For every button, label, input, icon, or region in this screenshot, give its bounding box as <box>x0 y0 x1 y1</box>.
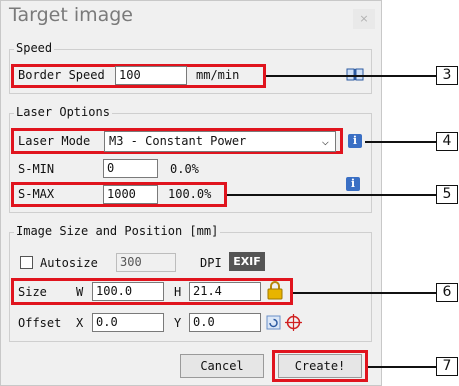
smax-label: S-MAX <box>18 187 55 201</box>
dpi-input[interactable]: 300 <box>116 253 176 272</box>
create-button[interactable]: Create! <box>278 354 362 378</box>
info-icon-smax[interactable]: i <box>346 177 360 191</box>
laser-options-legend: Laser Options <box>14 105 112 119</box>
border-speed-label: Border Speed <box>18 68 105 82</box>
speed-legend: Speed <box>14 41 55 55</box>
speed-unit-label: mm/min <box>196 68 240 82</box>
width-label: W <box>76 285 84 299</box>
callout-line-5 <box>227 194 436 196</box>
callout-5: 5 <box>436 185 458 204</box>
smin-percent: 0.0% <box>170 162 199 176</box>
smax-input[interactable]: 1000 <box>103 185 158 204</box>
dpi-label: DPI <box>200 256 222 270</box>
laser-mode-select[interactable]: M3 - Constant Power ⌵ <box>104 131 336 152</box>
reset-icon[interactable] <box>266 315 281 330</box>
offset-y-label: Y <box>174 316 182 330</box>
smax-percent: 100.0% <box>168 187 212 201</box>
info-icon-laser-mode[interactable]: i <box>348 134 362 148</box>
crosshair-icon[interactable] <box>284 313 303 332</box>
laser-mode-value: M3 - Constant Power <box>109 134 247 148</box>
exif-button[interactable]: EXIF <box>229 252 265 271</box>
offset-x-label: X <box>76 316 84 330</box>
offset-x-input[interactable]: 0.0 <box>92 313 164 332</box>
offset-y-input[interactable]: 0.0 <box>189 313 261 332</box>
border-speed-input[interactable]: 100 <box>115 66 187 85</box>
callout-line-7 <box>368 366 436 368</box>
close-button[interactable]: × <box>353 9 375 29</box>
laser-mode-label: Laser Mode <box>18 134 91 148</box>
cancel-button[interactable]: Cancel <box>180 354 264 378</box>
height-input[interactable]: 21.4 <box>189 282 261 301</box>
autosize-label: Autosize <box>40 256 98 270</box>
callout-line-3 <box>266 75 436 77</box>
smin-input[interactable]: 0 <box>103 159 158 178</box>
chevron-down-icon: ⌵ <box>321 134 329 148</box>
lock-icon[interactable] <box>266 280 284 300</box>
height-label: H <box>174 285 182 299</box>
width-input[interactable]: 100.0 <box>92 282 164 301</box>
callout-6: 6 <box>436 283 458 302</box>
callout-3: 3 <box>436 66 458 85</box>
callout-line-6 <box>293 292 436 294</box>
callout-7: 7 <box>436 357 458 376</box>
window-title: Target image <box>9 4 134 26</box>
callout-4: 4 <box>436 132 458 151</box>
callout-line-4 <box>365 141 436 143</box>
autosize-checkbox[interactable] <box>20 256 33 269</box>
smin-label: S-MIN <box>18 162 55 176</box>
offset-label: Offset <box>18 316 62 330</box>
size-label: Size <box>18 285 47 299</box>
image-size-legend: Image Size and Position [mm] <box>14 224 221 238</box>
